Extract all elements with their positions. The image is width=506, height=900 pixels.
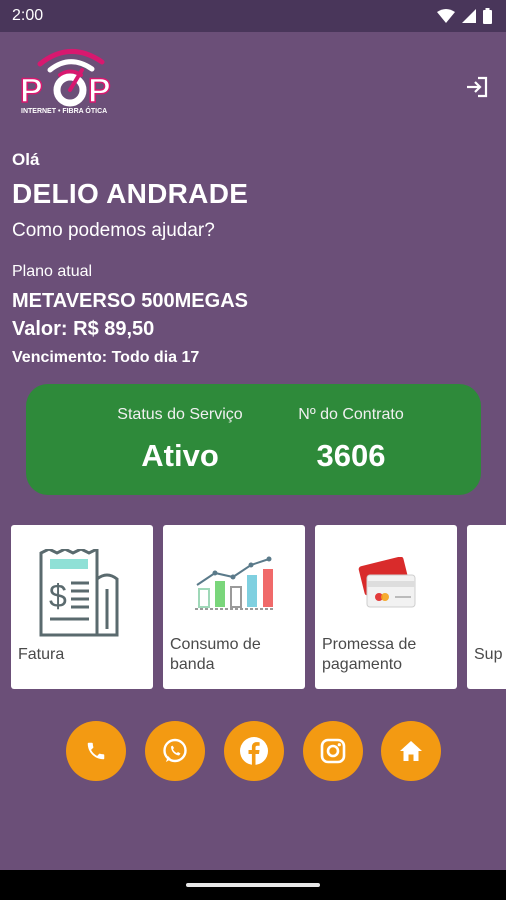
pop-logo: P P INTERNET • FIBRA ÓTICA [19, 49, 111, 115]
battery-icon [483, 8, 492, 24]
tile-suporte-label: Sup [474, 646, 503, 663]
contract-number-label: Nº do Contrato [298, 406, 404, 423]
help-text: Como podemos ajudar? [12, 220, 215, 241]
status-bar: 2:00 [0, 0, 506, 32]
tile-promessa-pagamento-label: Promessa de pagamento [322, 636, 417, 673]
logout-icon[interactable] [464, 74, 490, 100]
tile-consumo-banda[interactable]: Consumo de banda [163, 525, 305, 689]
plan-due-date: Vencimento: Todo dia 17 [12, 349, 200, 366]
wifi-icon [437, 9, 455, 23]
tile-promessa-pagamento[interactable]: Promessa de pagamento [315, 525, 457, 689]
home-button[interactable] [381, 721, 441, 781]
tile-suporte[interactable]: Sup [467, 525, 506, 689]
contract-number: Nº do Contrato 3606 [261, 406, 441, 474]
bandwidth-chart-icon [195, 556, 275, 610]
tile-fatura[interactable]: $ Fatura [11, 525, 153, 689]
instagram-icon [320, 738, 346, 764]
service-status-value: Ativo [141, 438, 219, 473]
phone-icon [87, 742, 105, 760]
phone-button[interactable] [66, 721, 126, 781]
service-status-label: Status do Serviço [117, 406, 243, 423]
user-name: DELIO ANDRADE [12, 178, 249, 209]
svg-text:INTERNET • FIBRA ÓTICA: INTERNET • FIBRA ÓTICA [21, 106, 107, 115]
plan-label: Plano atual [12, 263, 93, 280]
service-status-card: Status do Serviço Ativo Nº do Contrato 3… [26, 384, 481, 495]
contract-number-value: 3606 [316, 438, 386, 473]
facebook-button[interactable] [224, 721, 284, 781]
svg-text:P: P [88, 72, 111, 110]
facebook-icon [240, 737, 268, 765]
status-icons [437, 8, 492, 24]
service-status: Status do Serviço Ativo [90, 406, 270, 474]
menu-tiles: $ Fatura Consumo de banda Promessa de pa… [11, 525, 506, 690]
tile-fatura-label: Fatura [18, 646, 65, 663]
credit-card-icon [358, 557, 416, 608]
plan-value: Valor: R$ 89,50 [12, 318, 155, 340]
invoice-icon: $ [39, 549, 119, 637]
greeting-hello: Olá [12, 150, 40, 169]
svg-text:$: $ [49, 578, 67, 614]
instagram-button[interactable] [303, 721, 363, 781]
system-navigation-bar [0, 870, 506, 900]
signal-icon [462, 9, 476, 23]
home-gesture-handle[interactable] [186, 883, 320, 887]
status-time: 2:00 [12, 7, 44, 24]
tile-consumo-banda-label: Consumo de banda [170, 636, 261, 673]
whatsapp-icon [163, 738, 187, 763]
svg-text:P: P [20, 72, 43, 110]
whatsapp-button[interactable] [145, 721, 205, 781]
home-icon [400, 741, 422, 761]
plan-name: METAVERSO 500MEGAS [12, 290, 248, 312]
